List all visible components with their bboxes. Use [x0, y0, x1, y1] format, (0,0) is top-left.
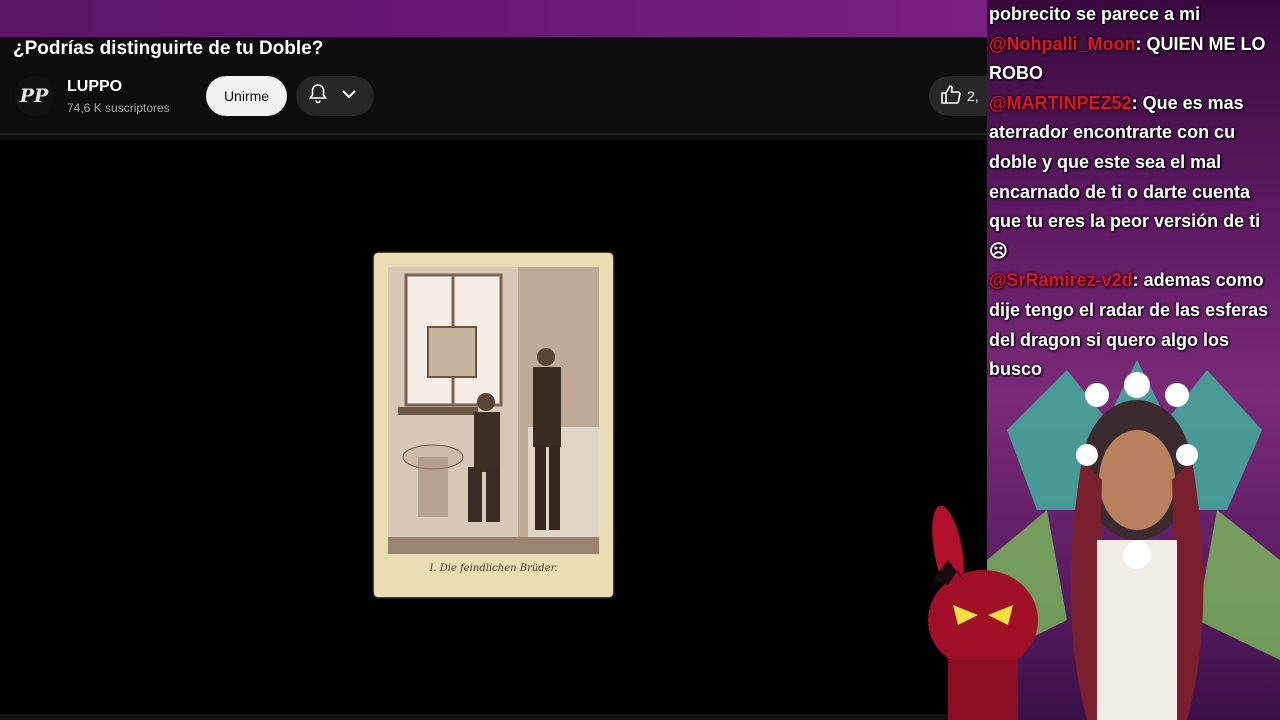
- vintage-photo: [388, 267, 599, 554]
- subscriber-count: 74,6 K suscriptores: [67, 101, 170, 115]
- player-bottom-strip: [0, 714, 987, 720]
- vintage-photo-card: I. Die feindlichen Brüder.: [374, 253, 613, 597]
- mascot-character: [928, 505, 1038, 720]
- channel-avatar[interactable]: PP: [14, 76, 54, 116]
- thumbs-up-icon: [939, 83, 963, 110]
- chat-message: @MARTINPEZ52: Que es mas aterrador encon…: [989, 89, 1279, 267]
- notifications-button[interactable]: [296, 76, 374, 116]
- chat-username: @MARTINPEZ52: [989, 92, 1132, 113]
- chevron-down-icon: [340, 85, 358, 108]
- chat-text: : Que es mas aterrador encontrarte con c…: [989, 92, 1261, 232]
- chat-username: @SrRamirez-v2d: [989, 270, 1133, 291]
- video-title: ¿Podrías distinguirte de tu Doble?: [13, 38, 324, 59]
- channel-name[interactable]: LUPPO: [67, 78, 122, 96]
- chat-message: @SrRamirez-v2d: ademas como dije tengo e…: [989, 266, 1279, 384]
- chat-message: pobrecito se parece a mi: [989, 0, 1279, 30]
- stream-chat: pobrecito se parece a mi @Nohpalli_Moon:…: [989, 0, 1279, 385]
- header-divider: [0, 133, 987, 135]
- chat-message: @Nohpalli_Moon: QUIEN ME LO ROBO: [989, 30, 1279, 89]
- emote-icon: ☹: [989, 240, 1008, 261]
- like-count: 2,: [967, 88, 979, 104]
- stream-top-bar: [0, 0, 987, 37]
- bell-icon: [306, 82, 330, 111]
- chat-text: pobrecito se parece a mi: [989, 4, 1201, 24]
- photo-caption: I. Die feindlichen Brüder.: [429, 563, 558, 574]
- join-button[interactable]: Unirme: [206, 76, 287, 116]
- chat-username: @Nohpalli_Moon: [989, 33, 1136, 54]
